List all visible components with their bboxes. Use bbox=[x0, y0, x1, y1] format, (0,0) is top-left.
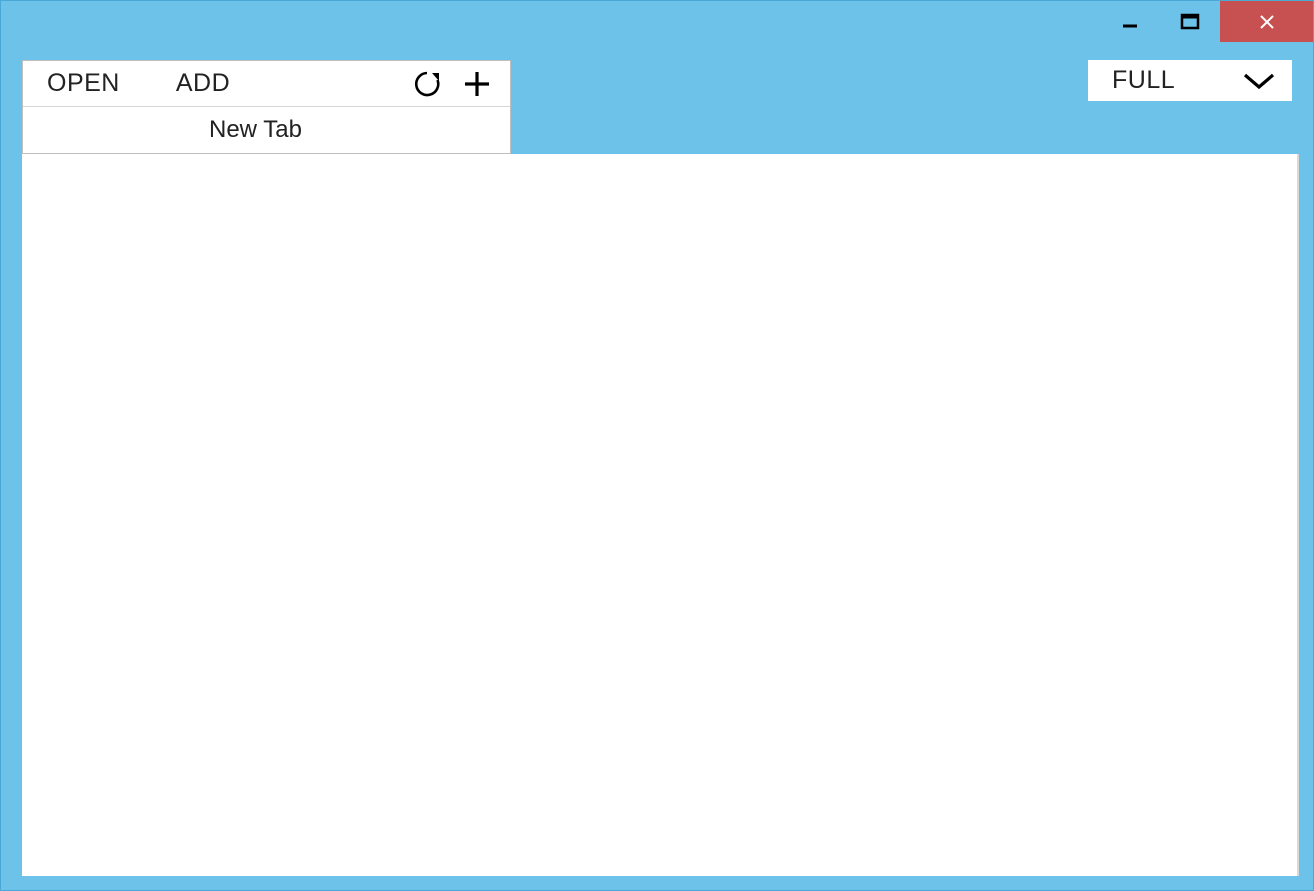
toolbar-panel: OPEN ADD New Tab bbox=[22, 60, 511, 154]
tab-active[interactable]: New Tab bbox=[23, 116, 302, 144]
maximize-button[interactable] bbox=[1160, 1, 1220, 42]
minimize-icon bbox=[1121, 13, 1139, 31]
toolbar: OPEN ADD bbox=[23, 61, 510, 107]
refresh-icon bbox=[412, 69, 442, 99]
maximize-icon bbox=[1180, 13, 1200, 31]
close-icon bbox=[1257, 12, 1277, 32]
view-mode-label: FULL bbox=[1112, 66, 1175, 95]
view-mode-dropdown[interactable]: FULL bbox=[1088, 60, 1292, 101]
open-button[interactable]: OPEN bbox=[37, 69, 130, 98]
tab-bar: New Tab bbox=[23, 107, 510, 153]
titlebar bbox=[1, 1, 1313, 42]
chevron-down-icon bbox=[1242, 71, 1276, 91]
refresh-button[interactable] bbox=[402, 62, 452, 106]
app-window: OPEN ADD New Tab bbox=[0, 0, 1314, 891]
content-area bbox=[22, 154, 1299, 876]
add-button[interactable]: ADD bbox=[166, 69, 240, 98]
chrome-strip: OPEN ADD New Tab bbox=[1, 60, 1313, 154]
minimize-button[interactable] bbox=[1100, 1, 1160, 42]
plus-icon bbox=[462, 69, 492, 99]
close-button[interactable] bbox=[1220, 1, 1313, 42]
new-tab-button[interactable] bbox=[452, 62, 502, 106]
